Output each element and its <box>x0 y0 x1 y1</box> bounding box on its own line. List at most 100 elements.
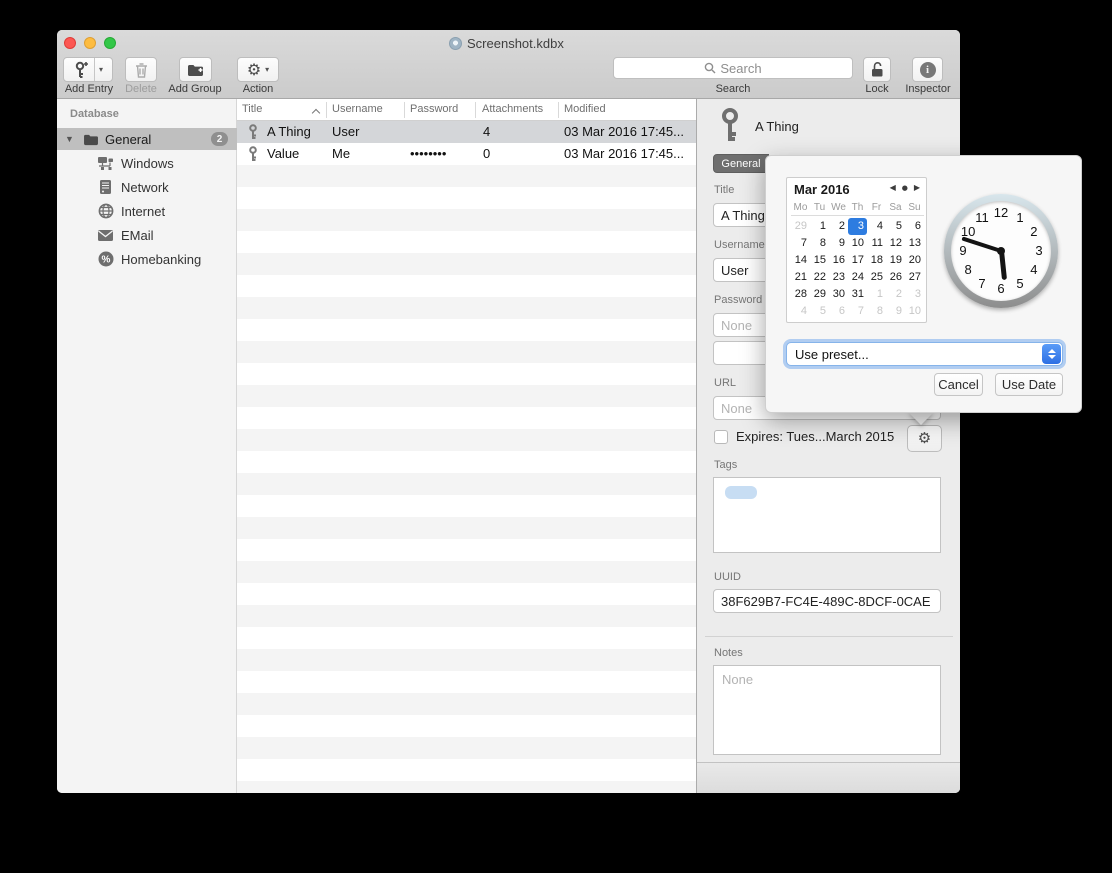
entry-table-body[interactable]: A ThingUser403 Mar 2016 17:45...ValueMe•… <box>237 121 696 793</box>
calendar-day[interactable]: 3 <box>848 218 867 235</box>
calendar-day[interactable]: 10 <box>905 303 924 320</box>
calendar-day[interactable]: 14 <box>791 252 810 269</box>
calendar-day[interactable]: 8 <box>867 303 886 320</box>
column-header-attachments[interactable]: Attachments <box>482 103 543 115</box>
calendar-day[interactable]: 4 <box>867 218 886 235</box>
calendar-day[interactable]: 29 <box>810 286 829 303</box>
calendar-today-button[interactable]: ● <box>902 185 908 192</box>
calendar-day[interactable]: 10 <box>848 235 867 252</box>
uuid-field[interactable]: 38F629B7-FC4E-489C-8DCF-0CAE <box>713 589 941 613</box>
calendar-day[interactable]: 20 <box>905 252 924 269</box>
sidebar-item-windows[interactable]: Windows <box>57 151 237 175</box>
column-header-title[interactable]: Title <box>242 103 262 115</box>
calendar-day[interactable]: 7 <box>848 303 867 320</box>
sidebar-item-homebanking[interactable]: %Homebanking <box>57 247 237 271</box>
column-header-username[interactable]: Username <box>332 103 383 115</box>
sidebar-item-email[interactable]: EMail <box>57 223 237 247</box>
analog-clock: 123456789101112 <box>944 194 1058 308</box>
calendar-day[interactable]: 2 <box>829 218 848 235</box>
column-header-modified[interactable]: Modified <box>564 103 606 115</box>
lock-button[interactable] <box>863 57 891 82</box>
table-row[interactable]: ValueMe••••••••003 Mar 2016 17:45... <box>237 143 696 165</box>
search-input[interactable]: Search <box>613 57 853 79</box>
sidebar-item-general[interactable]: ▼ General 2 <box>57 128 237 150</box>
column-separator <box>326 102 327 118</box>
calendar-day-grid[interactable]: 2912345678910111213141516171819202122232… <box>791 218 924 320</box>
calendar-day[interactable]: 21 <box>791 269 810 286</box>
sidebar-item-internet[interactable]: Internet <box>57 199 237 223</box>
zoom-window-button[interactable] <box>104 37 116 49</box>
calendar-day[interactable]: 23 <box>829 269 848 286</box>
calendar-day[interactable]: 31 <box>848 286 867 303</box>
action-label: Action <box>235 83 281 95</box>
weekday-label: Th <box>848 202 867 213</box>
calendar-day[interactable]: 4 <box>791 303 810 320</box>
calendar-day[interactable]: 26 <box>886 269 905 286</box>
close-window-button[interactable] <box>64 37 76 49</box>
sidebar-item-label: General <box>105 132 151 147</box>
calendar-day[interactable]: 7 <box>791 235 810 252</box>
key-icon <box>247 124 259 143</box>
add-group-button[interactable] <box>179 57 212 82</box>
calendar-day[interactable]: 1 <box>867 286 886 303</box>
calendar-day[interactable]: 28 <box>791 286 810 303</box>
expires-checkbox[interactable] <box>714 430 728 444</box>
uuid-label: UUID <box>714 571 741 583</box>
calendar-day[interactable]: 27 <box>905 269 924 286</box>
select-stepper-icon <box>1042 344 1061 364</box>
calendar-day[interactable]: 25 <box>867 269 886 286</box>
action-button[interactable]: ⚙ ▾ <box>237 57 279 82</box>
cell-username: User <box>332 124 359 139</box>
calendar-day[interactable]: 13 <box>905 235 924 252</box>
hour-hand[interactable] <box>999 251 1007 280</box>
calendar-day[interactable]: 12 <box>886 235 905 252</box>
calendar-day[interactable]: 2 <box>886 286 905 303</box>
table-row[interactable]: A ThingUser403 Mar 2016 17:45... <box>237 121 696 143</box>
chevron-down-icon[interactable]: ▾ <box>99 65 103 74</box>
minimize-window-button[interactable] <box>84 37 96 49</box>
inspector-button[interactable]: i <box>912 57 943 82</box>
calendar-prev-button[interactable]: ◀ <box>890 184 896 192</box>
calendar-day[interactable]: 29 <box>791 218 810 235</box>
calendar-day[interactable]: 6 <box>905 218 924 235</box>
calendar-day[interactable]: 17 <box>848 252 867 269</box>
expires-presets-button[interactable]: ⚙ <box>907 425 942 452</box>
calendar-day[interactable]: 8 <box>810 235 829 252</box>
calendar-day[interactable]: 6 <box>829 303 848 320</box>
calendar-day[interactable]: 3 <box>905 286 924 303</box>
calendar-day[interactable]: 11 <box>867 235 886 252</box>
sidebar-item-label: Windows <box>121 156 174 171</box>
calendar-day[interactable]: 5 <box>886 218 905 235</box>
delete-button[interactable] <box>125 57 157 82</box>
calendar-next-button[interactable]: ▶ <box>914 184 920 192</box>
calendar-day[interactable]: 24 <box>848 269 867 286</box>
calendar-month-title: Mar 2016 <box>794 182 850 197</box>
document-proxy-icon <box>449 37 462 50</box>
calendar-day[interactable]: 9 <box>886 303 905 320</box>
calendar-day[interactable]: 9 <box>829 235 848 252</box>
calendar-day[interactable]: 16 <box>829 252 848 269</box>
desktop-background: Screenshot.kdbx ▾ Add Entry Delete Add G… <box>0 0 1112 873</box>
cell-title: Value <box>267 146 299 161</box>
calendar-day[interactable]: 22 <box>810 269 829 286</box>
weekday-label: Sa <box>886 202 905 213</box>
tag-pill[interactable] <box>725 486 757 499</box>
notes-box[interactable]: None <box>713 665 941 755</box>
calendar-day[interactable]: 30 <box>829 286 848 303</box>
add-entry-button[interactable]: ▾ <box>63 57 113 82</box>
sidebar-item-label: Internet <box>121 204 165 219</box>
calendar-day[interactable]: 19 <box>886 252 905 269</box>
column-header-password[interactable]: Password <box>410 103 458 115</box>
tags-box[interactable] <box>713 477 941 553</box>
preset-select[interactable]: Use preset... <box>786 342 1063 366</box>
tab-general[interactable]: General <box>713 154 769 173</box>
sidebar-item-label: EMail <box>121 228 154 243</box>
calendar-day[interactable]: 18 <box>867 252 886 269</box>
disclosure-triangle-icon[interactable]: ▼ <box>65 134 79 144</box>
calendar-day[interactable]: 1 <box>810 218 829 235</box>
calendar-day[interactable]: 15 <box>810 252 829 269</box>
use-date-button[interactable]: Use Date <box>995 373 1063 396</box>
cancel-button[interactable]: Cancel <box>934 373 983 396</box>
sidebar-item-network[interactable]: Network <box>57 175 237 199</box>
calendar-day[interactable]: 5 <box>810 303 829 320</box>
